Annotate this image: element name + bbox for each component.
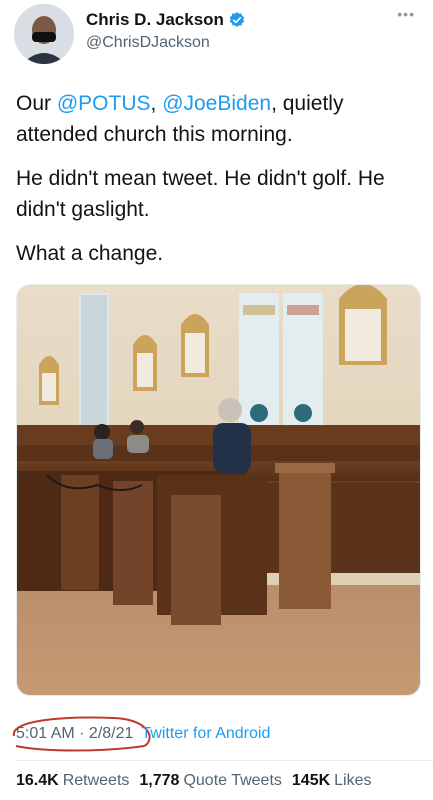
retweets-label: Retweets — [62, 772, 130, 789]
church-photo-image — [17, 285, 420, 695]
avatar-image — [14, 4, 74, 64]
author-display-name[interactable]: Chris D. Jackson — [86, 10, 224, 30]
tweet-source-link[interactable]: Twitter for Android — [141, 725, 270, 743]
mention-joebiden-link[interactable]: @JoeBiden — [162, 92, 271, 115]
author-handle[interactable]: @ChrisDJackson — [86, 34, 210, 52]
mention-potus-link[interactable]: @POTUS — [57, 92, 151, 115]
likes-label: Likes — [334, 772, 372, 789]
divider — [16, 760, 433, 761]
retweets-count: 16.4K — [16, 772, 59, 789]
tweet-date[interactable]: 2/8/21 — [89, 725, 133, 743]
tweet-paragraph-3: What a change. — [16, 242, 164, 265]
tweet-paragraph-2: He didn't mean tweet. He didn't golf. He… — [16, 167, 385, 221]
quote-tweets-count: 1,778 — [139, 772, 180, 789]
tweet-header: Chris D. Jackson @ChrisDJackson ••• — [0, 0, 433, 74]
likes-stat[interactable]: 145K Likes — [292, 772, 372, 790]
tweet-meta: 5:01 AM · 2/8/21 Twitter for Android — [16, 722, 270, 746]
quote-tweets-stat[interactable]: 1,778 Quote Tweets — [139, 772, 281, 790]
tweet-text-segment: , — [150, 92, 163, 115]
tweet-photo[interactable] — [16, 284, 421, 696]
tweet-text: Our @POTUS, @JoeBiden, quietly attended … — [16, 88, 421, 282]
meta-separator: · — [74, 725, 89, 742]
tweet-stats: 16.4K Retweets 1,778 Quote Tweets 145K Like… — [16, 772, 372, 790]
tweet-paragraph-1: Our @POTUS, @JoeBiden, quietly attended … — [16, 88, 421, 150]
likes-count: 145K — [291, 772, 331, 789]
more-options-icon[interactable]: ••• — [397, 6, 415, 22]
quote-tweets-label: Quote Tweets — [183, 772, 282, 789]
retweets-stat[interactable]: 16.4K Retweets — [16, 772, 129, 790]
tweet-text-segment: Our — [16, 92, 57, 115]
verified-badge-icon — [229, 12, 245, 27]
tweet-time[interactable]: 5:01 AM — [16, 725, 75, 743]
avatar[interactable] — [14, 4, 74, 64]
